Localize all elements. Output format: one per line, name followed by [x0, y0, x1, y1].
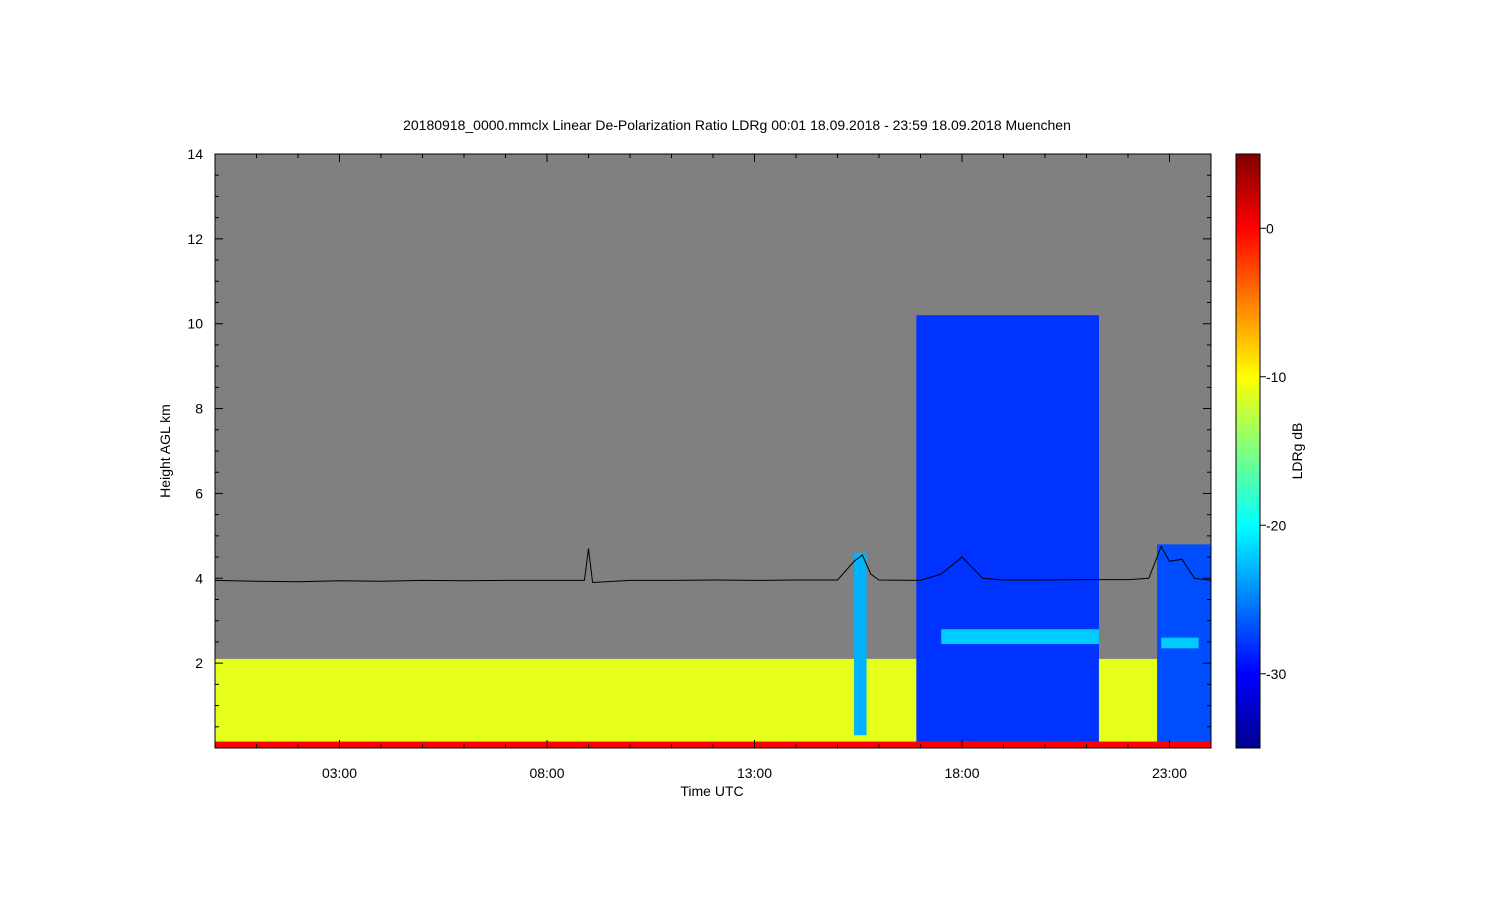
- y-tick-label: 4: [195, 570, 203, 586]
- x-tick-label: 13:00: [737, 765, 772, 781]
- y-axis-label: Height AGL km: [157, 404, 173, 498]
- x-tick-label: 18:00: [944, 765, 979, 781]
- region-boundary-layer-late: [1098, 658, 1158, 742]
- y-tick-label: 12: [187, 231, 203, 247]
- colorbar-tick-label: -20: [1266, 517, 1286, 533]
- region-boundary-layer: [215, 658, 929, 742]
- x-tick-label: 23:00: [1152, 765, 1187, 781]
- region-melting-layer-2: [1161, 637, 1199, 649]
- region-melting-layer-1: [941, 629, 1099, 645]
- colorbar-gradient: [1235, 153, 1261, 749]
- colorbar-ticks: 0 -10 -20 -30: [1260, 220, 1286, 682]
- chart-title: 20180918_0000.mmclx Linear De-Polarizati…: [403, 117, 1071, 133]
- y-tick-label: 10: [187, 316, 203, 332]
- y-tick-label: 6: [195, 485, 203, 501]
- colorbar-tick-label: -30: [1266, 666, 1286, 682]
- region-shower-15h: [854, 552, 867, 736]
- plot-area: [214, 153, 1212, 749]
- y-tick-label: 8: [195, 401, 203, 417]
- x-tick-label: 08:00: [529, 765, 564, 781]
- y-tick-label: 2: [195, 655, 203, 671]
- colorbar-label: LDRg dB: [1289, 423, 1305, 480]
- ldr-chart: 20180918_0000.mmclx Linear De-Polarizati…: [157, 117, 1305, 799]
- x-axis-label: Time UTC: [680, 783, 743, 799]
- colorbar-tick-label: -10: [1266, 369, 1286, 385]
- x-tick-label: 03:00: [322, 765, 357, 781]
- y-tick-label: 14: [187, 146, 203, 162]
- colorbar: 0 -10 -20 -30 LDRg dB: [1235, 153, 1305, 749]
- colorbar-tick-label: 0: [1266, 220, 1274, 236]
- region-ice-cloud-main: [916, 315, 1099, 742]
